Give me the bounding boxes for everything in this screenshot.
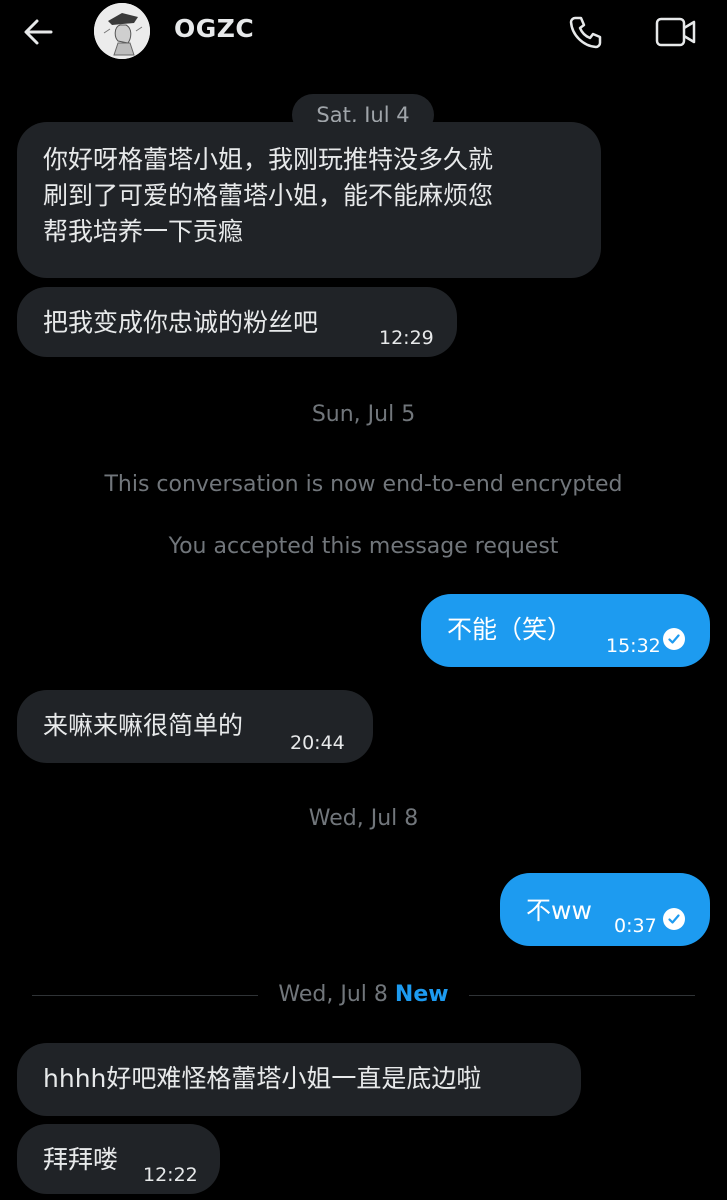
message-text: 拜拜喽: [43, 1145, 119, 1174]
message-text-line: 你好呀格蕾塔小姐，我刚玩推特没多久就: [43, 145, 494, 174]
message-text: 不ww: [526, 896, 592, 925]
new-label: New: [394, 982, 449, 1007]
message-timestamp: 0:37: [614, 915, 657, 937]
message-bubble-outgoing[interactable]: 不ww 0:37: [500, 873, 710, 946]
message-text-line: 帮我培养一下贡瘾: [43, 217, 244, 246]
message-text-line: 刷到了可爱的格蕾塔小姐，能不能麻烦您: [43, 181, 494, 210]
date-separator: Wed, Jul 8: [308, 806, 419, 831]
message-bubble-incoming[interactable]: 来嘛来嘛很简单的 20:44: [17, 690, 373, 763]
message-timestamp: 20:44: [290, 732, 345, 754]
date-separator: Wed, Jul 8: [278, 982, 388, 1007]
system-message-encrypted: This conversation is now end-to-end encr…: [104, 472, 623, 497]
message-bubble-incoming[interactable]: 拜拜喽 12:22: [17, 1124, 220, 1194]
message-bubble-incoming[interactable]: hhhh好吧难怪格蕾塔小姐一直是底边啦: [17, 1043, 581, 1116]
read-check-icon: [663, 908, 685, 930]
message-bubble-incoming[interactable]: 把我变成你忠诚的粉丝吧 12:29: [17, 287, 457, 357]
message-timestamp: 12:29: [379, 327, 434, 349]
message-bubble-incoming[interactable]: 你好呀格蕾塔小姐，我刚玩推特没多久就 刷到了可爱的格蕾塔小姐，能不能麻烦您 帮我…: [17, 122, 601, 278]
message-text: 把我变成你忠诚的粉丝吧: [43, 308, 319, 337]
message-text: hhhh好吧难怪格蕾塔小姐一直是底边啦: [43, 1064, 482, 1093]
system-message-accepted: You accepted this message request: [168, 534, 559, 559]
message-list[interactable]: Sat, Jul 4 你好呀格蕾塔小姐，我刚玩推特没多久就 刷到了可爱的格蕾塔小…: [0, 0, 727, 1200]
message-bubble-outgoing[interactable]: 不能（笑） 15:32: [421, 594, 710, 667]
divider-line: [469, 995, 695, 996]
date-separator: Sun, Jul 5: [311, 402, 416, 427]
message-timestamp: 15:32: [606, 635, 661, 657]
read-check-icon: [663, 628, 685, 650]
message-text: 不能（笑）: [447, 615, 573, 644]
message-text: 来嘛来嘛很简单的: [43, 711, 244, 740]
message-timestamp: 12:22: [143, 1164, 198, 1186]
